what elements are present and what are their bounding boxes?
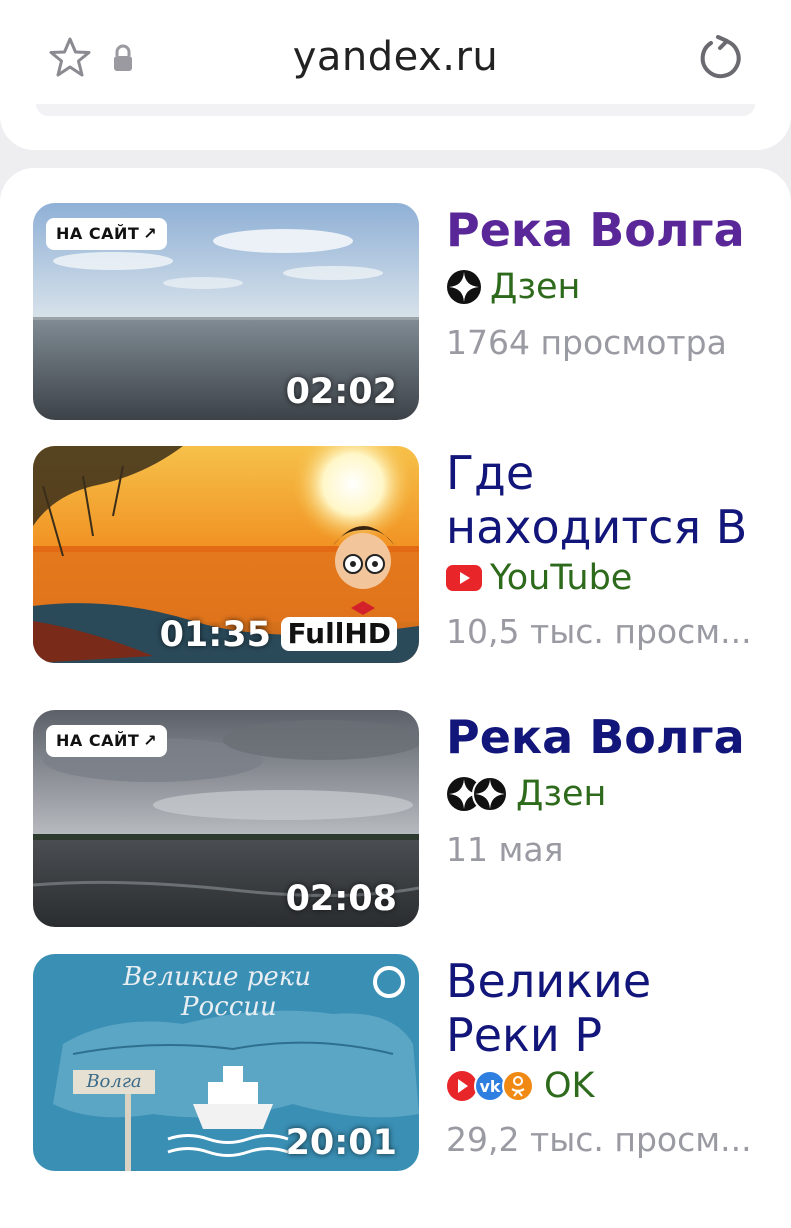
video-date: 11 мая — [446, 830, 564, 869]
video-info: Великие Реки Р vk OK 29,2 тыс. просм... — [446, 954, 776, 1171]
source-label: Дзен — [516, 774, 607, 814]
arrow-up-right-icon: ↗ — [143, 224, 158, 243]
video-title[interactable]: Река Волга — [446, 710, 776, 764]
video-title[interactable]: Где находится В — [446, 446, 776, 554]
video-duration: 02:08 — [285, 879, 397, 919]
arrow-up-right-icon: ↗ — [143, 731, 158, 750]
video-duration: 20:01 — [285, 1123, 397, 1163]
source-label: OK — [544, 1066, 595, 1106]
video-result-item[interactable]: 01:35 FullHD Где находится В YouTube 10,… — [0, 446, 791, 664]
previous-card-inner — [36, 104, 755, 116]
quality-badge: FullHD — [281, 617, 397, 651]
video-thumbnail[interactable]: НА САЙТ ↗ 02:02 — [33, 203, 419, 420]
video-views: 29,2 тыс. просм... — [446, 1120, 752, 1159]
video-thumbnail[interactable]: 01:35 FullHD — [33, 446, 419, 663]
source-label: YouTube — [490, 558, 633, 598]
go-to-site-badge[interactable]: НА САЙТ ↗ — [46, 725, 168, 757]
go-to-site-badge[interactable]: НА САЙТ ↗ — [46, 218, 168, 250]
thumbnail-caption-line2: России — [181, 992, 277, 1022]
ok-icon: vk — [447, 1070, 534, 1102]
video-source[interactable]: YouTube — [446, 556, 776, 600]
video-title[interactable]: Река Волга — [446, 203, 776, 257]
badge-label: НА САЙТ — [56, 731, 140, 750]
video-result-item[interactable]: НА САЙТ ↗ 02:08 Река Волга Дзен 11 мая — [0, 710, 791, 928]
video-title[interactable]: Великие Реки Р — [446, 954, 776, 1062]
video-views: 1764 просмотра — [446, 323, 727, 362]
video-info: Река Волга Дзен 1764 просмотра — [446, 203, 776, 420]
thumbnail-caption-line1: Великие реки — [123, 962, 312, 992]
video-info: Река Волга Дзен 11 мая — [446, 710, 776, 927]
video-thumbnail[interactable]: Великие реки России Волга 20:01 — [33, 954, 419, 1171]
video-info: Где находится В YouTube 10,5 тыс. просм.… — [446, 446, 776, 663]
svg-text:vk: vk — [479, 1077, 500, 1096]
video-duration: 01:35 — [159, 615, 271, 655]
video-source[interactable]: Дзен — [446, 772, 776, 816]
video-duration: 02:02 — [285, 372, 397, 412]
address-bar-url[interactable]: yandex.ru — [0, 34, 791, 80]
dzen-icon — [447, 270, 481, 304]
video-results-card: НА САЙТ ↗ 02:02 Река Волга Дзен 1764 прос… — [0, 168, 791, 1228]
video-source[interactable]: vk OK — [446, 1064, 776, 1108]
browser-toolbar: yandex.ru — [0, 0, 791, 106]
thumbnail-sign: Волга — [73, 1070, 155, 1094]
video-thumbnail[interactable]: НА САЙТ ↗ 02:08 — [33, 710, 419, 927]
dzen-icon — [447, 776, 508, 812]
youtube-icon — [446, 565, 482, 591]
previous-card-edge — [0, 104, 791, 150]
reload-icon[interactable] — [696, 34, 744, 82]
video-result-item[interactable]: Великие реки России Волга 20:01 Великие … — [0, 954, 791, 1172]
video-source[interactable]: Дзен — [446, 265, 776, 309]
video-views: 10,5 тыс. просм... — [446, 612, 752, 651]
source-label: Дзен — [490, 267, 581, 307]
badge-label: НА САЙТ — [56, 224, 140, 243]
video-result-item[interactable]: НА САЙТ ↗ 02:02 Река Волга Дзен 1764 прос… — [0, 203, 791, 421]
